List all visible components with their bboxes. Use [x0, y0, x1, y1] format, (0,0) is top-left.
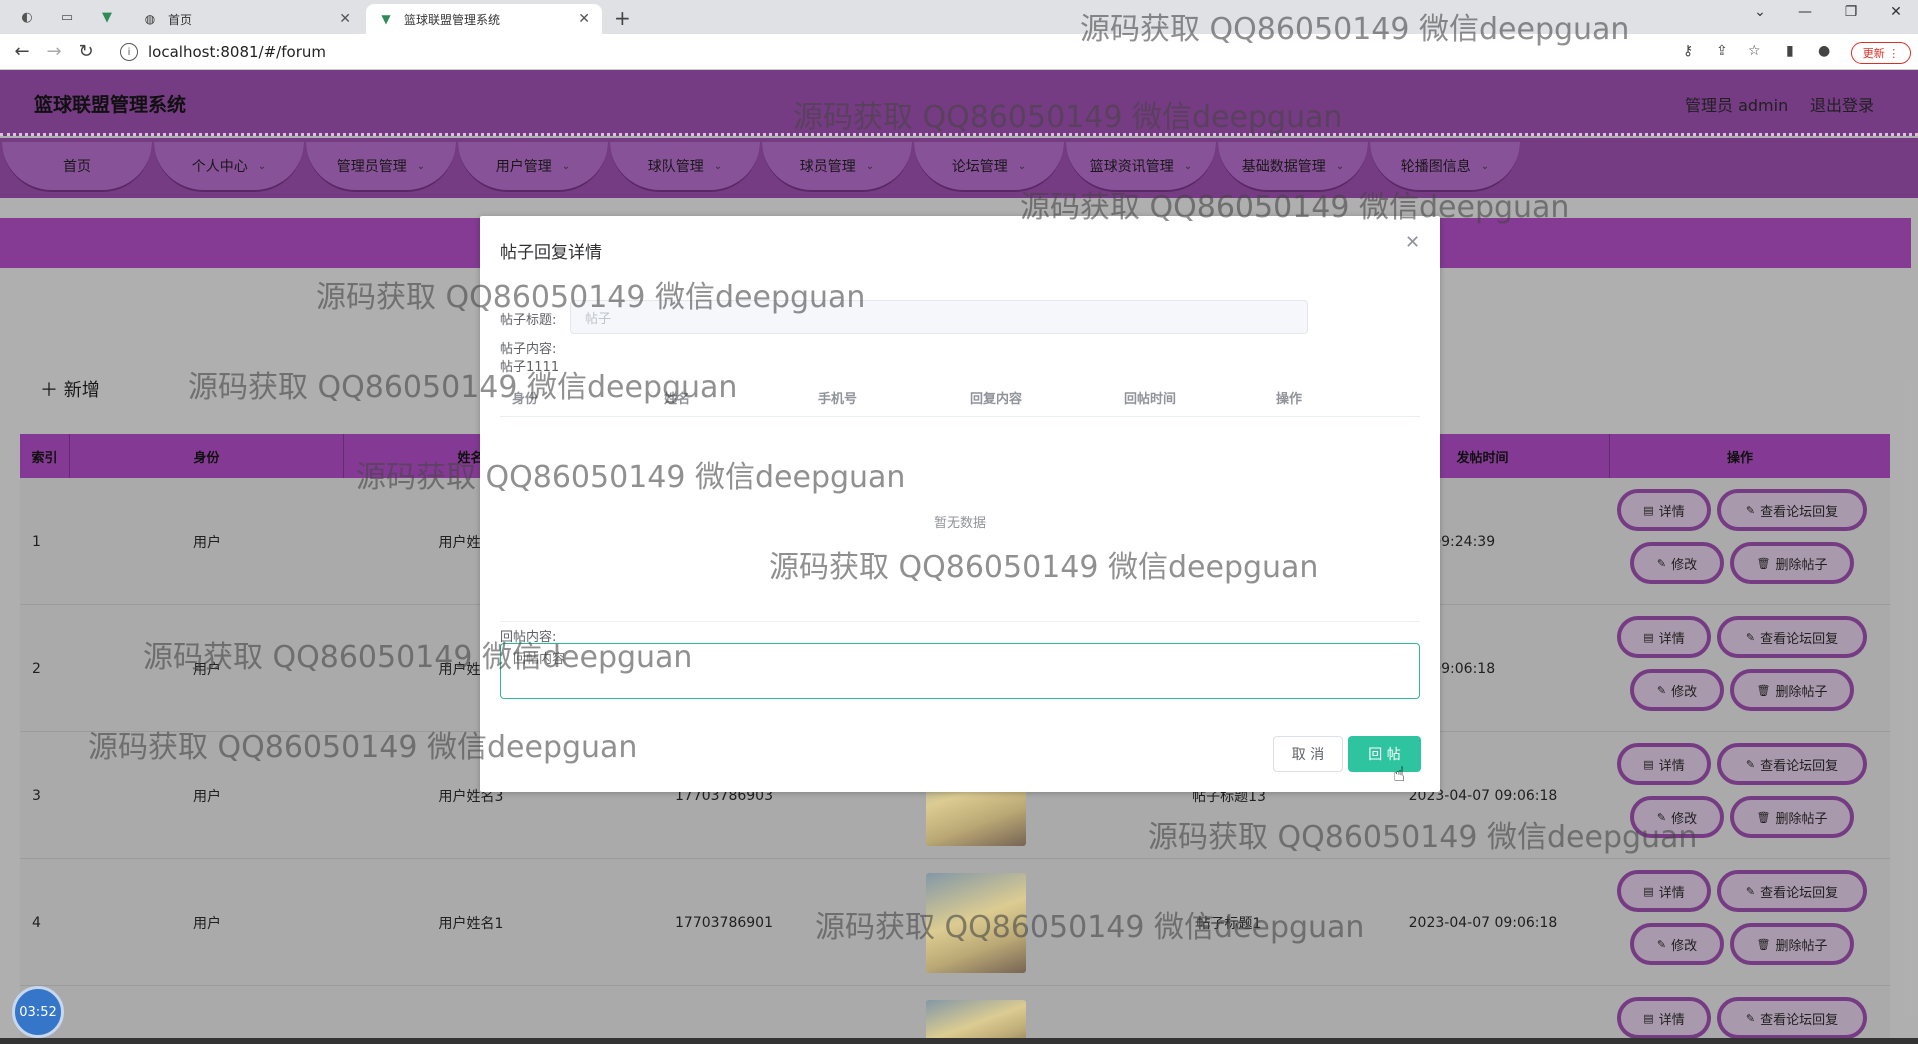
key-icon[interactable]: ⚷	[1683, 43, 1693, 59]
divider	[500, 621, 1420, 622]
post-title-label: 帖子标题:	[500, 313, 557, 328]
update-button[interactable]: 更新 ⋮	[1851, 42, 1911, 64]
reply-dialog: 帖子回复详情 ✕ 帖子标题: 帖子 帖子内容: 帖子1111 身份 姓名 手机号…	[480, 216, 1440, 792]
reply-col-name: 姓名	[664, 392, 691, 407]
vue-icon: ▼	[381, 12, 391, 26]
sidepanel-icon[interactable]: ▮	[1786, 43, 1794, 59]
submit-reply-button[interactable]: 回 帖	[1348, 736, 1421, 772]
post-content-value: 帖子1111	[500, 360, 560, 375]
info-icon[interactable]: i	[120, 43, 138, 61]
address-bar: ← → ↻ i localhost:8081/#/forum ⚷ ⇪ ☆ ▮ ●…	[0, 34, 1918, 70]
window-close-icon[interactable]: ✕	[1881, 4, 1911, 20]
tab-search-icon[interactable]: ◐	[16, 7, 38, 27]
bottom-strip	[0, 1038, 1918, 1044]
new-tab-icon[interactable]: +	[614, 6, 631, 30]
post-title-field[interactable]: 帖子	[570, 300, 1308, 334]
vue-tab-icon[interactable]: ▼	[96, 7, 118, 27]
forward-icon[interactable]: →	[42, 41, 66, 62]
reply-textarea[interactable]	[500, 643, 1420, 699]
back-icon[interactable]: ←	[10, 41, 34, 62]
close-icon[interactable]: ✕	[578, 11, 590, 27]
star-icon[interactable]: ☆	[1748, 43, 1761, 59]
reply-col-role: 身份	[512, 392, 539, 407]
dialog-title: 帖子回复详情	[500, 243, 602, 263]
profile-icon[interactable]: ●	[1818, 43, 1830, 59]
pinned-tab-icon[interactable]: ▭	[56, 7, 78, 27]
empty-state: 暂无数据	[933, 516, 986, 531]
url-field[interactable]: i localhost:8081/#/forum	[108, 38, 1908, 66]
globe-icon: ◍	[144, 12, 156, 26]
share-icon[interactable]: ⇪	[1716, 43, 1728, 59]
browser-tabbar: ◐ ▭ ▼ ◍ 首页 ✕ ▼ 篮球联盟管理系统 ✕ + ⌄ — ❐ ✕	[0, 0, 1918, 34]
close-icon[interactable]: ✕	[1405, 232, 1420, 253]
post-title-value: 帖子	[585, 311, 612, 327]
url-text: localhost:8081/#/forum	[148, 43, 326, 61]
tab-active[interactable]: ▼ 篮球联盟管理系统 ✕	[366, 4, 602, 34]
reload-icon[interactable]: ↻	[74, 41, 98, 62]
tab-home[interactable]: ◍ 首页 ✕	[130, 4, 363, 34]
reply-col-time: 回帖时间	[1124, 392, 1177, 407]
reply-col-actions: 操作	[1276, 392, 1303, 407]
tab-home-label: 首页	[168, 12, 193, 27]
minimize-icon[interactable]: —	[1790, 4, 1820, 20]
reply-col-phone: 手机号	[818, 392, 858, 407]
cancel-button[interactable]: 取 消	[1273, 736, 1343, 772]
chevron-down-icon[interactable]: ⌄	[1745, 4, 1775, 20]
tab-active-label: 篮球联盟管理系统	[404, 12, 501, 27]
hand-cursor-icon: ☝	[1393, 762, 1406, 786]
post-content-label: 帖子内容:	[500, 342, 557, 357]
reply-col-content: 回复内容	[970, 392, 1023, 407]
close-icon[interactable]: ✕	[339, 11, 351, 27]
divider	[500, 416, 1420, 417]
recording-timer: 03:52	[12, 986, 64, 1038]
restore-icon[interactable]: ❐	[1836, 4, 1866, 20]
update-label: 更新	[1862, 47, 1885, 60]
